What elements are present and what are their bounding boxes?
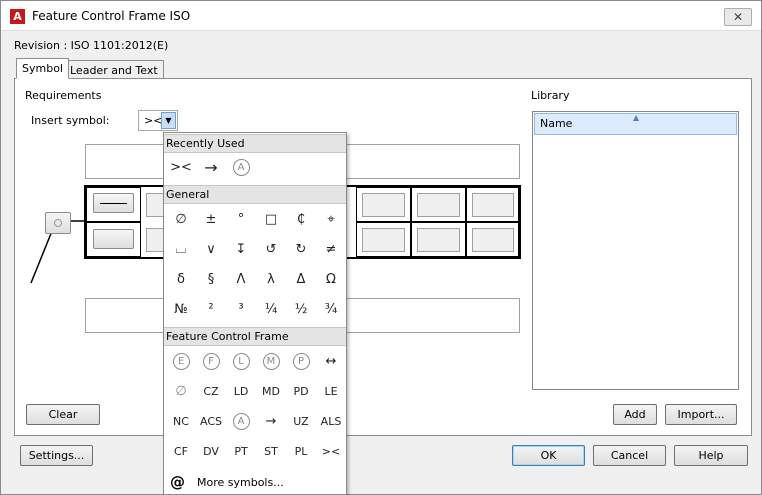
fcf-symbol[interactable]: DV (196, 437, 226, 467)
close-button[interactable]: ✕ (724, 8, 752, 26)
help-button[interactable]: Help (674, 445, 748, 466)
ok-button[interactable]: OK (512, 445, 585, 466)
fcf-symbol[interactable]: M (256, 347, 286, 377)
general-symbol[interactable]: □ (256, 205, 286, 235)
library-label: Library (531, 89, 570, 102)
autocad-app-icon: A (10, 9, 25, 24)
fcf-symbol[interactable]: ↔ (316, 347, 346, 377)
fcf-symbol[interactable]: F (196, 347, 226, 377)
library-name-column-header[interactable]: Name ▲ (534, 113, 737, 135)
library-column-label: Name (540, 117, 573, 130)
recent-symbol-all-around[interactable]: >< (166, 153, 196, 183)
fcf-symbol[interactable]: >< (316, 437, 346, 467)
general-symbol[interactable]: ⌴ (166, 235, 196, 265)
general-symbol[interactable]: ∅ (166, 205, 196, 235)
fcf-symbol[interactable]: ∅ (166, 377, 196, 407)
datum-field-1[interactable] (362, 193, 405, 217)
datum-field-6[interactable] (472, 228, 514, 252)
general-symbol[interactable]: δ (166, 265, 196, 295)
feature-control-frame-header: Feature Control Frame (164, 327, 346, 346)
tab-symbol[interactable]: Symbol (16, 58, 69, 79)
general-symbol[interactable]: ³ (226, 295, 256, 325)
circled-a-icon: A (232, 159, 250, 176)
general-symbol[interactable]: ⌖ (316, 205, 346, 235)
feature-control-frame-dialog: A Feature Control Frame ISO ✕ Revision :… (0, 0, 762, 495)
insert-symbol-value: >< (144, 114, 163, 127)
datum-field-4[interactable] (417, 228, 460, 252)
fcf-symbol[interactable]: NC (166, 407, 196, 437)
fcf-symbol[interactable]: LD (226, 377, 256, 407)
more-symbols-label: More symbols... (197, 476, 284, 489)
sort-ascending-icon: ▲ (633, 113, 640, 122)
fcf-symbol[interactable]: PT (226, 437, 256, 467)
insert-symbol-label: Insert symbol: (31, 114, 110, 127)
fcf-symbol[interactable]: E (166, 347, 196, 377)
general-symbol[interactable]: Δ (286, 265, 316, 295)
general-symbol[interactable]: ₵ (286, 205, 316, 235)
import-button[interactable]: Import... (665, 404, 737, 425)
general-symbol[interactable]: ½ (286, 295, 316, 325)
circled-letter-icon: F (202, 353, 220, 370)
fcf-symbol[interactable]: PD (286, 377, 316, 407)
fcf-symbol[interactable]: MD (256, 377, 286, 407)
recent-symbol-arrow[interactable]: → (196, 153, 226, 183)
general-symbol[interactable]: ↧ (226, 235, 256, 265)
circled-letter-icon: M (262, 353, 280, 370)
general-symbol[interactable]: § (196, 265, 226, 295)
fcf-symbol[interactable]: PL (286, 437, 316, 467)
geometric-symbol-button-1[interactable] (93, 193, 134, 213)
fcf-symbol[interactable]: P (286, 347, 316, 377)
fcf-symbol[interactable]: ALS (316, 407, 346, 437)
requirements-label: Requirements (25, 89, 102, 102)
cancel-button[interactable]: Cancel (593, 445, 666, 466)
circled-letter-icon: P (292, 353, 310, 370)
fcf-symbol[interactable]: L (226, 347, 256, 377)
general-symbol[interactable]: ↻ (286, 235, 316, 265)
settings-button[interactable]: Settings... (20, 445, 93, 466)
insert-symbol-popup: Recently Used >< → A General ∅ ± ° □ ₵ ⌖ ⌴ ∨ ↧ ↺ ↻… (163, 132, 347, 495)
fcf-symbol[interactable]: ST (256, 437, 286, 467)
general-symbol[interactable]: ² (196, 295, 226, 325)
fcf-symbol[interactable]: ACS (196, 407, 226, 437)
circled-letter-icon: A (232, 413, 250, 430)
circled-letter-icon: L (232, 353, 250, 370)
at-icon: @ (170, 473, 185, 491)
general-symbol[interactable]: ∨ (196, 235, 226, 265)
general-symbol[interactable]: № (166, 295, 196, 325)
fcf-symbol[interactable]: UZ (286, 407, 316, 437)
general-symbol[interactable]: ¼ (256, 295, 286, 325)
general-symbol[interactable]: ≠ (316, 235, 346, 265)
add-button[interactable]: Add (613, 404, 657, 425)
fcf-symbol[interactable]: → (256, 407, 286, 437)
datum-field-2[interactable] (362, 228, 405, 252)
fcf-symbol[interactable]: A (226, 407, 256, 437)
datum-field-3[interactable] (417, 193, 460, 217)
library-list[interactable]: Name ▲ (532, 111, 739, 390)
geometric-symbol-button-2[interactable] (93, 229, 134, 249)
chevron-down-icon[interactable]: ▼ (161, 112, 176, 129)
general-symbol[interactable]: ↺ (256, 235, 286, 265)
circled-letter-icon: E (172, 353, 190, 370)
general-symbol[interactable]: ± (196, 205, 226, 235)
fcf-symbol[interactable]: CZ (196, 377, 226, 407)
leader-toggle-button[interactable] (45, 212, 71, 234)
fcf-symbol[interactable]: LE (316, 377, 346, 407)
datum-field-5[interactable] (472, 193, 514, 217)
more-symbols-item[interactable]: @ More symbols... (169, 473, 344, 493)
general-symbol[interactable]: ° (226, 205, 256, 235)
revision-label: Revision : ISO 1101:2012(E) (14, 39, 169, 52)
recent-symbol-circled-a[interactable]: A (226, 153, 256, 183)
insert-symbol-dropdown[interactable]: >< ▼ (138, 110, 178, 131)
recently-used-header: Recently Used (164, 134, 346, 153)
general-symbol[interactable]: ¾ (316, 295, 346, 325)
general-symbol[interactable]: Ω (316, 265, 346, 295)
general-symbol[interactable]: λ (256, 265, 286, 295)
window-title: Feature Control Frame ISO (32, 9, 191, 23)
clear-button[interactable]: Clear (26, 404, 100, 425)
general-header: General (164, 185, 346, 204)
general-symbol[interactable]: Λ (226, 265, 256, 295)
fcf-symbol[interactable]: CF (166, 437, 196, 467)
title-bar: A Feature Control Frame ISO ✕ (1, 1, 761, 31)
